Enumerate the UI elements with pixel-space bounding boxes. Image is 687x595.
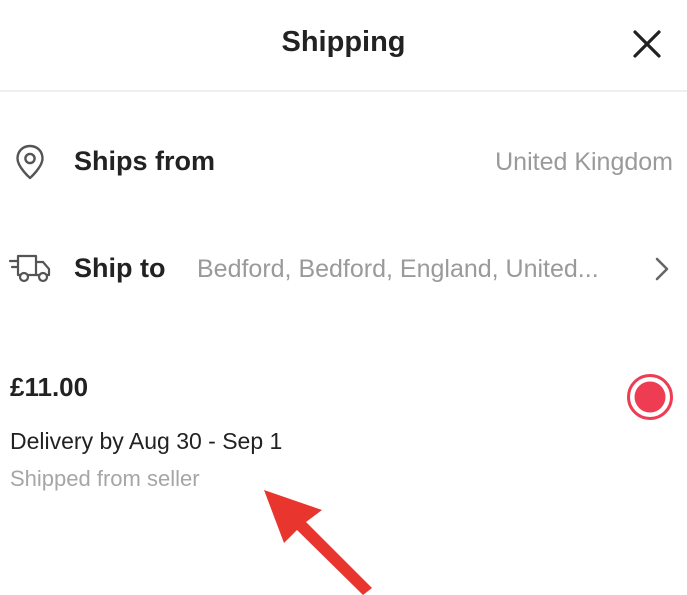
- ship-to-row[interactable]: Ship to Bedford, Bedford, England, Unite…: [0, 238, 687, 298]
- delivery-truck-icon: [8, 254, 51, 283]
- location-pin-icon: [16, 144, 44, 180]
- page-title: Shipping: [281, 26, 406, 58]
- ships-from-label: Ships from: [74, 146, 216, 176]
- ship-to-label: Ship to: [74, 253, 166, 283]
- sheet-header: Shipping: [0, 0, 687, 92]
- delivery-estimate: Delivery by Aug 30 - Sep 1: [10, 428, 283, 454]
- ships-from-row: Ships from United Kingdom: [0, 132, 687, 192]
- chevron-right-icon: [655, 257, 669, 281]
- shipping-option-radio[interactable]: [626, 373, 674, 421]
- shipping-price: £11.00: [10, 372, 89, 402]
- red-arrow-icon: [264, 490, 372, 595]
- close-icon: [633, 30, 661, 58]
- shipped-from-note: Shipped from seller: [10, 466, 200, 491]
- ships-from-value: United Kingdom: [495, 148, 673, 176]
- shipping-sheet: Shipping Ships from United Kingdom Ship …: [0, 0, 687, 595]
- radio-selected-icon: [627, 374, 673, 420]
- ship-to-value: Bedford, Bedford, England, United...: [197, 255, 599, 283]
- close-button[interactable]: [627, 24, 667, 64]
